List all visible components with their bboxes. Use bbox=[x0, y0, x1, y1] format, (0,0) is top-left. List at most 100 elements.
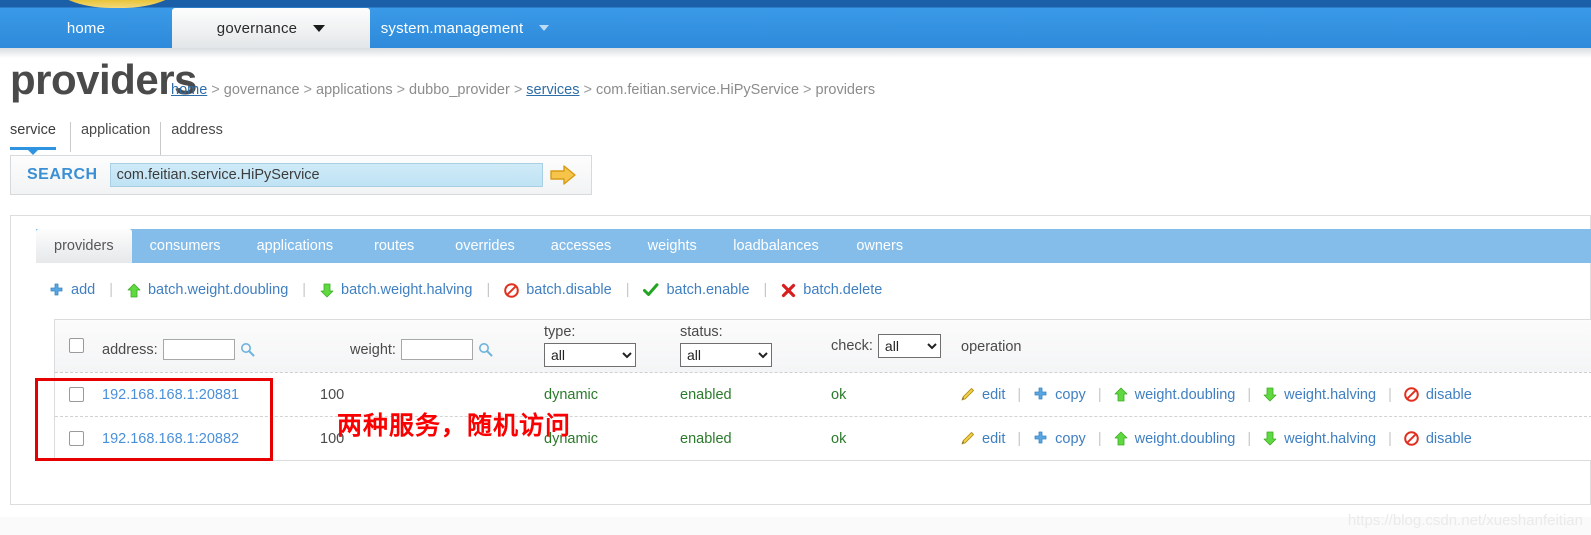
top-navigation-bar: home governance system.management bbox=[0, 0, 1591, 48]
weight-halving-label: weight.halving bbox=[1284, 430, 1377, 447]
nav-tab-home-label: home bbox=[66, 19, 106, 37]
magnifier-icon[interactable] bbox=[240, 342, 255, 357]
batch-weight-doubling-button[interactable]: batch.weight.doubling bbox=[127, 282, 288, 298]
copy-button[interactable]: copy bbox=[1033, 387, 1086, 403]
divider: | bbox=[1097, 430, 1102, 447]
table-row[interactable]: 192.168.168.1:20882 100 dynamic enabled … bbox=[55, 417, 1591, 460]
nav-tab-governance[interactable]: governance bbox=[172, 8, 370, 48]
batch-delete-label: batch.delete bbox=[803, 282, 883, 298]
batch-delete-button[interactable]: batch.delete bbox=[781, 282, 882, 298]
tab-weights[interactable]: weights bbox=[629, 229, 715, 263]
tab-overrides[interactable]: overrides bbox=[437, 229, 533, 263]
weight-doubling-label: weight.doubling bbox=[1134, 430, 1236, 447]
breadcrumb-item-services[interactable]: services bbox=[526, 82, 579, 98]
search-input[interactable] bbox=[109, 163, 543, 187]
row-operations-cell: edit | copy | weight.doubling | weight.h… bbox=[960, 373, 1472, 416]
tab-consumers[interactable]: consumers bbox=[132, 229, 239, 263]
batch-disable-button[interactable]: batch.disable bbox=[504, 282, 612, 298]
breadcrumb-item-service-name[interactable]: com.feitian.service.HiPyService bbox=[596, 82, 799, 98]
divider: | bbox=[625, 282, 630, 298]
subtab-application-label: application bbox=[80, 122, 151, 138]
provider-address-link[interactable]: 192.168.168.1:20882 bbox=[102, 431, 239, 447]
subtab-service-label: service bbox=[10, 122, 56, 138]
search-submit-button[interactable] bbox=[543, 158, 583, 192]
tab-owners[interactable]: owners bbox=[837, 229, 923, 263]
tab-routes[interactable]: routes bbox=[351, 229, 437, 263]
provider-address-link[interactable]: 192.168.168.1:20881 bbox=[102, 387, 239, 403]
arrow-down-icon bbox=[1263, 431, 1277, 446]
status-filter-cell: status: all bbox=[680, 324, 772, 367]
divider: | bbox=[486, 282, 491, 298]
breadcrumb-item-applications[interactable]: applications bbox=[316, 82, 393, 98]
breadcrumb-item-dubbo-provider[interactable]: dubbo_provider bbox=[409, 82, 510, 98]
disable-button[interactable]: disable bbox=[1404, 431, 1472, 447]
table-header-row: address: weight: type: all status: all c… bbox=[55, 320, 1591, 373]
breadcrumb-separator: > bbox=[803, 82, 812, 98]
no-entry-icon bbox=[1404, 431, 1419, 446]
row-check-cell: ok bbox=[831, 373, 846, 416]
pencil-icon bbox=[960, 387, 975, 402]
annotation-text: 两种服务，随机访问 bbox=[337, 411, 572, 440]
divider: | bbox=[1017, 430, 1022, 447]
sidebar-item-service[interactable]: service bbox=[10, 122, 64, 155]
tab-owners-label: owners bbox=[856, 238, 904, 254]
batch-enable-button[interactable]: batch.enable bbox=[643, 282, 750, 298]
main-content-panel: providers consumers applications routes … bbox=[10, 215, 1591, 505]
edit-button[interactable]: edit bbox=[960, 431, 1005, 447]
row-operations-cell: edit | copy | weight.doubling | weight.h… bbox=[960, 417, 1472, 460]
provider-status: enabled bbox=[680, 386, 732, 403]
provider-check: ok bbox=[831, 430, 847, 447]
tab-providers[interactable]: providers bbox=[36, 229, 132, 263]
arrow-up-icon bbox=[127, 283, 141, 298]
edit-button[interactable]: edit bbox=[960, 387, 1005, 403]
breadcrumb-separator: > bbox=[583, 82, 592, 98]
nav-tab-system-management[interactable]: system.management bbox=[370, 8, 560, 48]
row-checkbox[interactable] bbox=[69, 431, 84, 446]
breadcrumb-item-home[interactable]: home bbox=[171, 82, 207, 98]
arrow-up-icon bbox=[1114, 387, 1128, 402]
row-address-cell: 192.168.168.1:20882 bbox=[102, 417, 239, 460]
weight-doubling-label: weight.doubling bbox=[1134, 386, 1236, 403]
arrow-up-icon bbox=[1114, 431, 1128, 446]
magnifier-icon[interactable] bbox=[478, 342, 493, 357]
cross-icon bbox=[781, 283, 796, 298]
copy-button[interactable]: copy bbox=[1033, 431, 1086, 447]
status-filter-select[interactable]: all bbox=[680, 343, 772, 367]
nav-tab-home[interactable]: home bbox=[0, 8, 172, 48]
tab-applications[interactable]: applications bbox=[239, 229, 352, 263]
weight-doubling-button[interactable]: weight.doubling bbox=[1114, 430, 1236, 447]
arrow-down-icon bbox=[1263, 387, 1277, 402]
sidebar-item-application[interactable]: application bbox=[81, 122, 158, 141]
divider: | bbox=[302, 282, 307, 298]
breadcrumb-item-governance[interactable]: governance bbox=[224, 82, 300, 98]
operation-column-label: operation bbox=[961, 339, 1022, 355]
check-filter-select[interactable]: all bbox=[877, 334, 941, 358]
row-checkbox[interactable] bbox=[69, 387, 84, 402]
batch-weight-halving-button[interactable]: batch.weight.halving bbox=[320, 282, 472, 298]
divider: | bbox=[1247, 430, 1252, 447]
sidebar-item-address[interactable]: address bbox=[171, 122, 231, 141]
search-type-tabs: service application address bbox=[10, 122, 231, 156]
weight-halving-button[interactable]: weight.halving bbox=[1263, 431, 1376, 447]
batch-weight-halving-label: batch.weight.halving bbox=[341, 282, 473, 298]
add-button[interactable]: add bbox=[49, 282, 95, 298]
address-column-label: address: bbox=[102, 341, 158, 358]
search-bar: SEARCH bbox=[10, 155, 592, 195]
subtab-address-label: address bbox=[171, 122, 223, 138]
address-filter-input[interactable] bbox=[162, 339, 235, 360]
weight-filter-input[interactable] bbox=[400, 339, 473, 360]
batch-enable-label: batch.enable bbox=[666, 282, 750, 298]
select-all-checkbox[interactable] bbox=[69, 338, 84, 353]
site-logo bbox=[52, 0, 182, 8]
tab-accesses[interactable]: accesses bbox=[533, 229, 629, 263]
disable-button[interactable]: disable bbox=[1404, 387, 1472, 403]
weight-halving-button[interactable]: weight.halving bbox=[1263, 387, 1376, 403]
weight-doubling-button[interactable]: weight.doubling bbox=[1114, 386, 1236, 403]
table-row[interactable]: 192.168.168.1:20881 100 dynamic enabled … bbox=[55, 373, 1591, 417]
type-filter-select[interactable]: all bbox=[544, 343, 636, 367]
breadcrumb-separator: > bbox=[303, 82, 312, 98]
tab-loadbalances-label: loadbalances bbox=[733, 238, 819, 254]
tab-loadbalances[interactable]: loadbalances bbox=[715, 229, 836, 263]
tab-providers-label: providers bbox=[54, 238, 114, 254]
arrow-right-icon bbox=[550, 165, 576, 185]
